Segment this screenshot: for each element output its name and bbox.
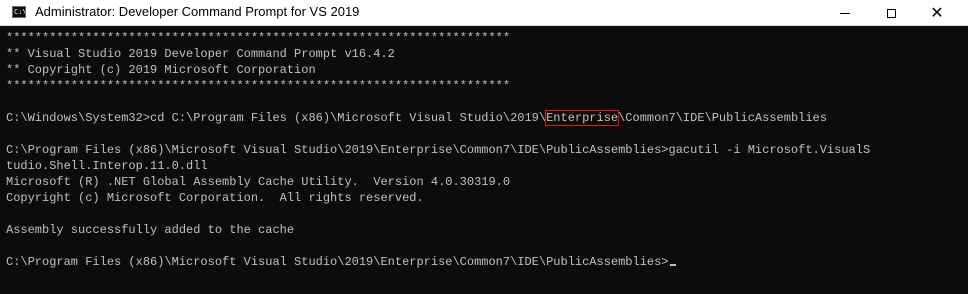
cd-command-suffix: \Common7\IDE\PublicAssemblies — [618, 111, 827, 125]
cd-command-line: C:\Windows\System32>cd C:\Program Files … — [6, 110, 968, 126]
command-prompt-window: C:\ Administrator: Developer Command Pro… — [0, 0, 968, 294]
gacutil-command-wrap: tudio.Shell.Interop.11.0.dll — [6, 159, 208, 173]
success-message: Assembly successfully added to the cache — [6, 223, 295, 237]
banner-copyright-line: ** Copyright (c) 2019 Microsoft Corporat… — [6, 63, 316, 77]
text-cursor — [669, 264, 676, 266]
minimize-icon — [840, 12, 850, 14]
current-prompt: C:\Program Files (x86)\Microsoft Visual … — [6, 255, 669, 269]
gacutil-copyright-line: Copyright (c) Microsoft Corporation. All… — [6, 191, 424, 205]
current-prompt-line[interactable]: C:\Program Files (x86)\Microsoft Visual … — [6, 254, 968, 270]
title-bar[interactable]: C:\ Administrator: Developer Command Pro… — [0, 0, 968, 26]
minimize-button[interactable] — [822, 0, 868, 26]
banner-stars-top: ****************************************… — [6, 31, 511, 45]
window-title: Administrator: Developer Command Prompt … — [35, 4, 360, 19]
gacutil-version-line: Microsoft (R) .NET Global Assembly Cache… — [6, 175, 511, 189]
banner-stars-bottom: ****************************************… — [6, 79, 511, 93]
cd-command-prefix: C:\Windows\System32>cd C:\Program Files … — [6, 111, 547, 125]
close-icon: ✕ — [930, 3, 944, 22]
close-button[interactable]: ✕ — [914, 0, 960, 26]
console-app-icon[interactable]: C:\ — [12, 6, 26, 18]
enterprise-highlight: Enterprise — [545, 110, 620, 126]
banner-title-line: ** Visual Studio 2019 Developer Command … — [6, 47, 395, 61]
gacutil-command-line: C:\Program Files (x86)\Microsoft Visual … — [6, 143, 871, 157]
maximize-icon — [886, 8, 896, 18]
console-output[interactable]: ****************************************… — [6, 30, 968, 294]
maximize-button[interactable] — [868, 0, 914, 26]
